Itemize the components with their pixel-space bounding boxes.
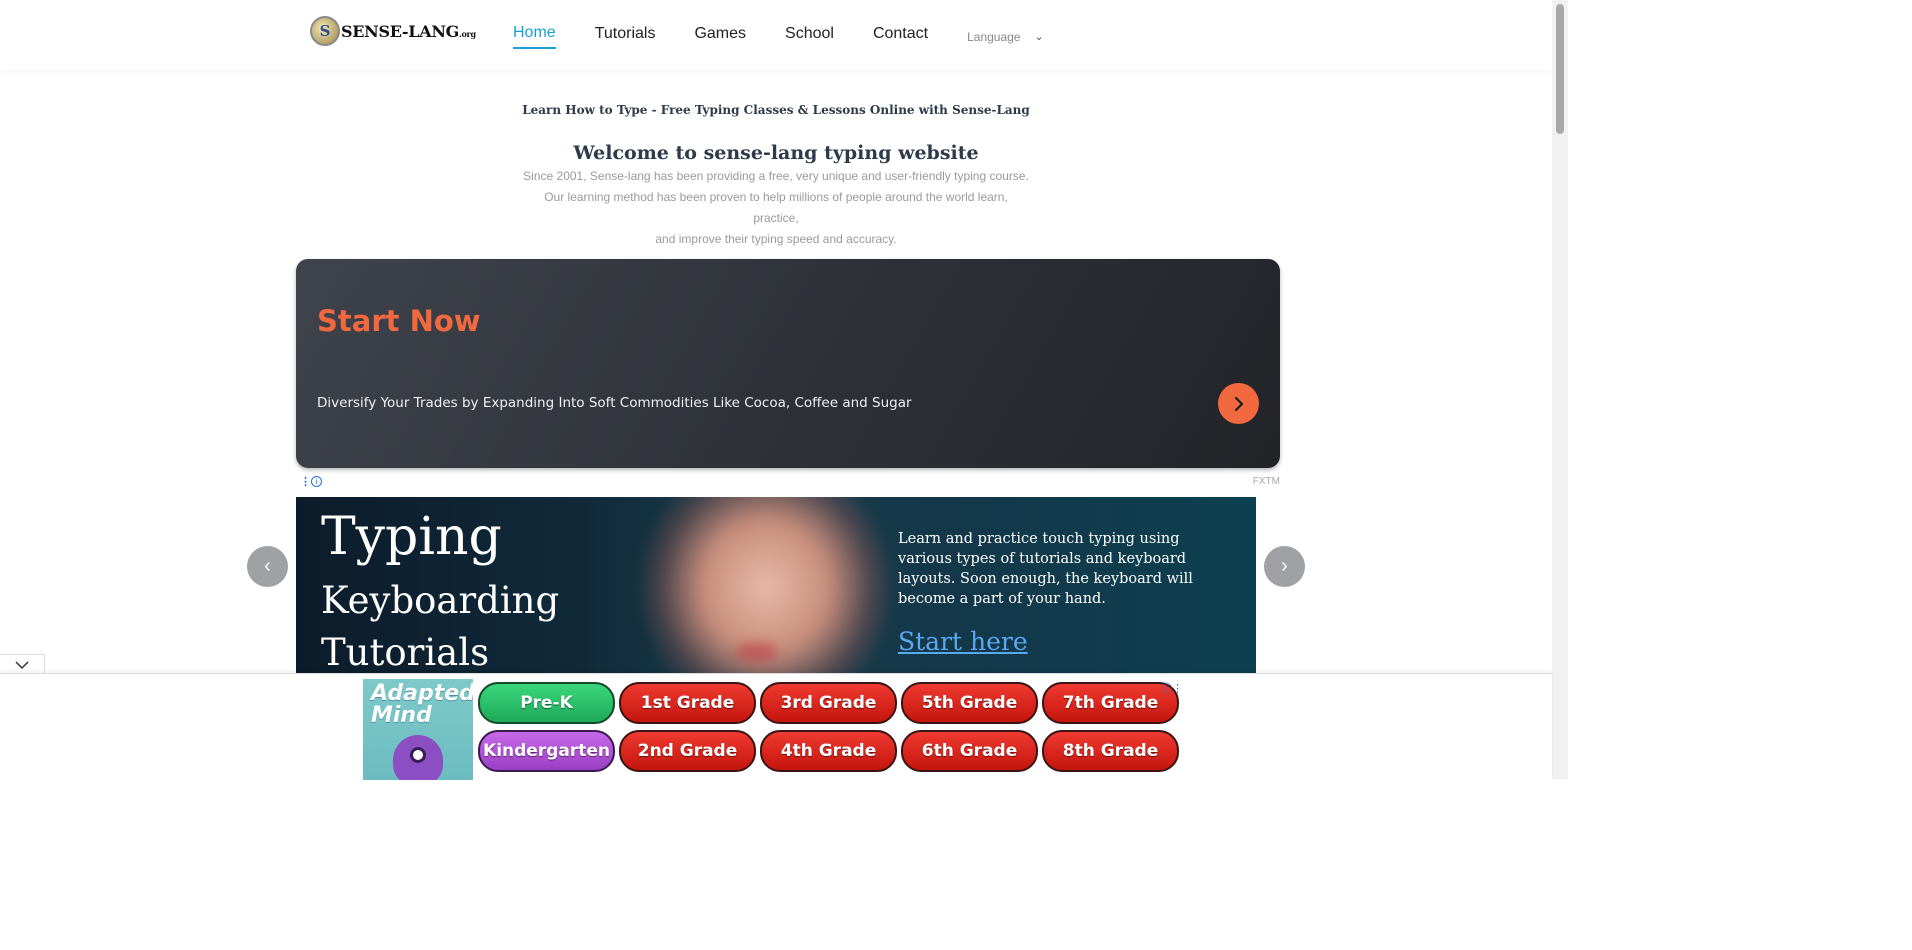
carousel-subtitle-1: Keyboarding	[321, 579, 560, 622]
ad-text: Diversify Your Trades by Expanding Into …	[317, 395, 912, 411]
ad-info-icon[interactable]: ⓘ⋮	[1161, 680, 1183, 696]
chevron-right-icon	[1234, 396, 1243, 411]
language-label: Language	[967, 29, 1021, 44]
adaptedmind-logo-text: Adapted Mind	[371, 681, 473, 728]
main-nav: Home Tutorials Games School Contact Lang…	[513, 24, 1044, 49]
chevron-down-icon: ⌄	[1034, 31, 1044, 43]
logo-suffix: .org	[459, 28, 476, 39]
chevron-down-icon	[15, 660, 29, 669]
ad-brand: FXTM	[1252, 476, 1280, 487]
ad-options-icon[interactable]: ⋮	[300, 475, 311, 488]
grade-button-6th[interactable]: 6th Grade	[901, 730, 1038, 772]
language-select[interactable]: Language ⌄	[967, 30, 1044, 44]
adaptedmind-logo[interactable]: Adapted Mind	[363, 679, 473, 780]
grade-button-8th[interactable]: 8th Grade	[1042, 730, 1179, 772]
grade-button-7th[interactable]: 7th Grade	[1042, 682, 1179, 724]
grade-button-2nd[interactable]: 2nd Grade	[619, 730, 756, 772]
vertical-scrollbar[interactable]	[1552, 0, 1568, 779]
ad-collapse-button[interactable]	[0, 654, 45, 674]
nav-school[interactable]: School	[785, 25, 834, 48]
intro-line-3: and improve their typing speed and accur…	[655, 232, 897, 246]
ad-title: Start Now	[317, 304, 481, 338]
logo-badge-icon: S	[310, 16, 340, 46]
logo-text: SENSE-LANG.org	[341, 22, 476, 41]
ad-meta-bar: ⋮ i FXTM	[296, 475, 1280, 489]
grade-buttons: Pre-K 1st Grade 3rd Grade 5th Grade 7th …	[478, 682, 1179, 772]
start-here-link[interactable]: Start here	[898, 627, 1028, 656]
site-header: S SENSE-LANG.org Home Tutorials Games Sc…	[0, 0, 1552, 70]
grade-button-kindergarten[interactable]: Kindergarten	[478, 730, 615, 772]
grade-button-4th[interactable]: 4th Grade	[760, 730, 897, 772]
nav-contact[interactable]: Contact	[873, 25, 928, 48]
nav-games[interactable]: Games	[694, 25, 746, 48]
nav-home[interactable]: Home	[513, 24, 556, 49]
ad-banner[interactable]: Start Now Diversify Your Trades by Expan…	[296, 259, 1280, 468]
chevron-left-icon: ‹	[264, 555, 271, 577]
chevron-right-icon: ›	[1281, 555, 1288, 577]
nav-tutorials[interactable]: Tutorials	[595, 25, 656, 48]
welcome-heading: Welcome to sense-lang typing website	[573, 142, 979, 164]
carousel-prev-button[interactable]: ‹	[247, 546, 288, 587]
page-tagline: Learn How to Type - Free Typing Classes …	[522, 103, 1030, 117]
bottom-ad-banner[interactable]: Adapted Mind Pre-K 1st Grade 3rd Grade 5…	[0, 673, 1552, 780]
carousel-title: Typing	[321, 507, 502, 567]
carousel-next-button[interactable]: ›	[1264, 546, 1305, 587]
grade-button-pre-k[interactable]: Pre-K	[478, 682, 615, 724]
monster-eye-icon	[410, 747, 426, 763]
intro-text: Since 2001, Sense-lang has been providin…	[520, 166, 1032, 250]
logo-badge-letter: S	[319, 22, 331, 40]
carousel-subtitle-2: Tutorials	[321, 631, 490, 673]
ad-go-button[interactable]	[1218, 383, 1259, 424]
scrollbar-thumb[interactable]	[1556, 4, 1564, 134]
grade-button-5th[interactable]: 5th Grade	[901, 682, 1038, 724]
intro-line-2: Our learning method has been proven to h…	[544, 190, 1008, 225]
logo-name: SENSE-LANG	[341, 21, 460, 41]
intro-line-1: Since 2001, Sense-lang has been providin…	[523, 169, 1029, 183]
carousel-description: Learn and practice touch typing using va…	[898, 531, 1193, 607]
hero-carousel: Typing Keyboarding Tutorials Learn and p…	[296, 497, 1256, 673]
hero-image-detail	[736, 642, 778, 662]
ad-info-icon[interactable]: i	[311, 476, 322, 487]
grade-button-3rd[interactable]: 3rd Grade	[760, 682, 897, 724]
grade-button-1st[interactable]: 1st Grade	[619, 682, 756, 724]
site-logo[interactable]: S SENSE-LANG.org	[310, 16, 476, 46]
